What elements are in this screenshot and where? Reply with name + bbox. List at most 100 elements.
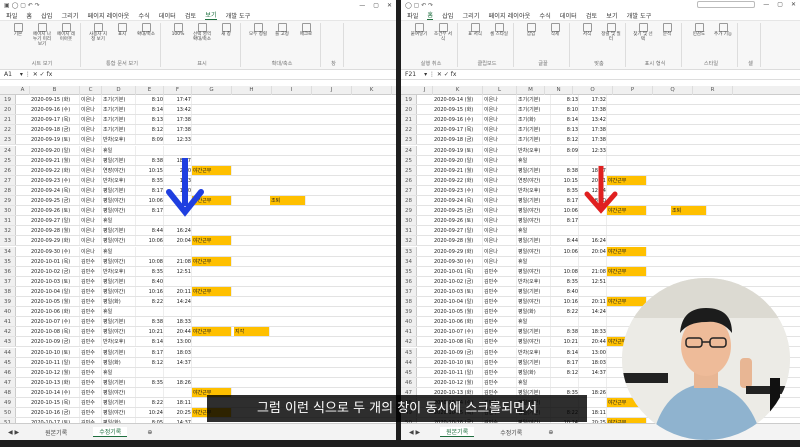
cell-b[interactable]: 17:38 bbox=[164, 125, 192, 135]
column-header[interactable]: O bbox=[573, 86, 613, 95]
cell-name[interactable]: 이은나 bbox=[80, 226, 102, 236]
cell-a[interactable]: 10:06 bbox=[551, 246, 579, 256]
cell-t[interactable]: 조기(기본) bbox=[517, 125, 551, 135]
ribbon-button[interactable]: 선택 영역 확대/축소 bbox=[191, 23, 213, 42]
ribbon-button[interactable]: 붙여넣기 bbox=[408, 23, 430, 37]
row-number[interactable]: 30 bbox=[401, 216, 417, 226]
ribbon-button[interactable]: 분석 bbox=[656, 23, 678, 37]
sheet-tab-origin[interactable]: 원본기록 bbox=[440, 427, 475, 437]
cell-t[interactable]: 평일(화) bbox=[102, 297, 136, 307]
cell-b[interactable]: 12:33 bbox=[164, 135, 192, 145]
cell-name[interactable]: 이은나 bbox=[483, 105, 517, 115]
row-number[interactable]: 48 bbox=[0, 387, 16, 397]
cell-t[interactable]: 휴일 bbox=[517, 155, 551, 165]
row-number[interactable]: 44 bbox=[0, 347, 16, 357]
cell-t[interactable]: 평일(야간) bbox=[102, 256, 136, 266]
cell-b[interactable]: 13:00 bbox=[579, 347, 607, 357]
cell-t[interactable]: 휴일 bbox=[102, 145, 136, 155]
cell-d[interactable]: 2020-09-19 (토) bbox=[30, 135, 80, 145]
cell-name[interactable]: 김민수 bbox=[483, 347, 517, 357]
sheet-tab-edit[interactable]: 수정기록 bbox=[494, 428, 528, 437]
cell-d[interactable]: 2020-09-15 (화) bbox=[433, 105, 483, 115]
cell-d[interactable]: 2020-09-28 (월) bbox=[30, 226, 80, 236]
sheet-nav-icon[interactable]: ◀ ▶ bbox=[8, 429, 19, 436]
name-box[interactable]: F21 bbox=[405, 71, 416, 78]
row-number[interactable]: 20 bbox=[0, 105, 16, 115]
cell-t[interactable]: 평일(야간) bbox=[517, 297, 551, 307]
cell-name[interactable]: 김민수 bbox=[80, 387, 102, 397]
cell-d[interactable]: 2020-09-25 (금) bbox=[30, 196, 80, 206]
cell-name[interactable]: 이은나 bbox=[80, 196, 102, 206]
cell-name[interactable]: 김민수 bbox=[80, 357, 102, 367]
cell-b[interactable]: 13:42 bbox=[164, 105, 192, 115]
cell-t[interactable]: 평일(야간) bbox=[517, 206, 551, 216]
cell-a[interactable]: 8:13 bbox=[551, 125, 579, 135]
cell-name[interactable]: 이은나 bbox=[483, 216, 517, 226]
cell-t[interactable]: 평일(야간) bbox=[102, 408, 136, 418]
cell-d[interactable]: 2020-09-30 (수) bbox=[30, 246, 80, 256]
cell-d[interactable]: 2020-10-08 (목) bbox=[30, 327, 80, 337]
cell-d[interactable]: 2020-10-01 (목) bbox=[30, 256, 80, 266]
cell-d[interactable]: 2020-10-15 (목) bbox=[30, 398, 80, 408]
cell-t[interactable]: 평일(기본) bbox=[102, 155, 136, 165]
cell-name[interactable]: 이은나 bbox=[80, 236, 102, 246]
column-header[interactable]: Q bbox=[653, 86, 693, 95]
cell-a[interactable]: 8:38 bbox=[551, 327, 579, 337]
cell-name[interactable]: 김민수 bbox=[483, 266, 517, 276]
cell-a[interactable]: 8:14 bbox=[136, 105, 164, 115]
cell-d[interactable]: 2020-09-19 (토) bbox=[433, 145, 483, 155]
cell-b[interactable]: 20:44 bbox=[164, 327, 192, 337]
cell-t[interactable]: 휴일 bbox=[517, 256, 551, 266]
ribbon-button[interactable]: 셀 스타일 bbox=[488, 23, 510, 37]
cell-a[interactable]: 8:38 bbox=[136, 155, 164, 165]
cell-d[interactable]: 2020-09-26 (토) bbox=[433, 216, 483, 226]
row-number[interactable]: 40 bbox=[401, 317, 417, 327]
ribbon-button[interactable]: 매크로 bbox=[295, 23, 317, 37]
cell-a[interactable]: 10:16 bbox=[551, 297, 579, 307]
ribbon-tab-2[interactable]: 삽입 bbox=[442, 11, 453, 20]
cell-t[interactable]: 평일(기본) bbox=[102, 377, 136, 387]
row-number[interactable]: 24 bbox=[401, 145, 417, 155]
cell-a[interactable]: 8:40 bbox=[551, 286, 579, 296]
row-number[interactable]: 28 bbox=[401, 196, 417, 206]
cell-name[interactable]: 이은나 bbox=[80, 206, 102, 216]
cell-t[interactable]: 평일(기본) bbox=[517, 357, 551, 367]
cell-b[interactable]: 21:08 bbox=[579, 266, 607, 276]
cell-a[interactable]: 8:17 bbox=[136, 185, 164, 195]
ribbon-tab-9[interactable]: 개발 도구 bbox=[627, 11, 652, 20]
column-header[interactable]: H bbox=[232, 86, 272, 95]
add-sheet-icon[interactable]: ⊕ bbox=[147, 429, 152, 436]
cell-b[interactable]: 12:33 bbox=[579, 145, 607, 155]
cell-d[interactable]: 2020-09-29 (화) bbox=[433, 246, 483, 256]
cell-t[interactable]: 평일(기본) bbox=[102, 185, 136, 195]
row-number[interactable]: 35 bbox=[0, 256, 16, 266]
cell-name[interactable]: 이은나 bbox=[483, 246, 517, 256]
row-number[interactable]: 30 bbox=[0, 206, 16, 216]
cell-a[interactable]: 10:15 bbox=[551, 175, 579, 185]
row-number[interactable]: 36 bbox=[401, 276, 417, 286]
cell-b[interactable]: 20:44 bbox=[579, 337, 607, 347]
row-number[interactable]: 21 bbox=[401, 115, 417, 125]
cell-name[interactable]: 김민수 bbox=[80, 377, 102, 387]
cell-a[interactable]: 10:24 bbox=[136, 408, 164, 418]
cell-name[interactable]: 김민수 bbox=[483, 357, 517, 367]
cell-d[interactable]: 2020-10-09 (금) bbox=[433, 347, 483, 357]
cell-a[interactable]: 8:22 bbox=[136, 398, 164, 408]
column-header[interactable]: A bbox=[16, 86, 30, 95]
cell-b[interactable]: 20:11 bbox=[164, 286, 192, 296]
column-header[interactable]: B bbox=[30, 86, 80, 95]
cell-t[interactable]: 평일(야간) bbox=[102, 236, 136, 246]
cell-d[interactable]: 2020-10-13 (화) bbox=[30, 377, 80, 387]
cell-t[interactable]: 평일(기본) bbox=[102, 276, 136, 286]
cell-t[interactable]: 반차(오후) bbox=[517, 145, 551, 155]
row-number[interactable]: 25 bbox=[401, 155, 417, 165]
row-number[interactable]: 19 bbox=[401, 95, 417, 105]
row-number[interactable]: 45 bbox=[0, 357, 16, 367]
cell-d[interactable]: 2020-10-12 (월) bbox=[433, 377, 483, 387]
cell-t[interactable]: 휴일 bbox=[517, 377, 551, 387]
cell-b[interactable]: 14:24 bbox=[579, 307, 607, 317]
cell-d[interactable]: 2020-09-18 (금) bbox=[433, 135, 483, 145]
cell-b[interactable] bbox=[164, 387, 192, 397]
cell-b[interactable] bbox=[164, 145, 192, 155]
row-number[interactable]: 23 bbox=[401, 135, 417, 145]
